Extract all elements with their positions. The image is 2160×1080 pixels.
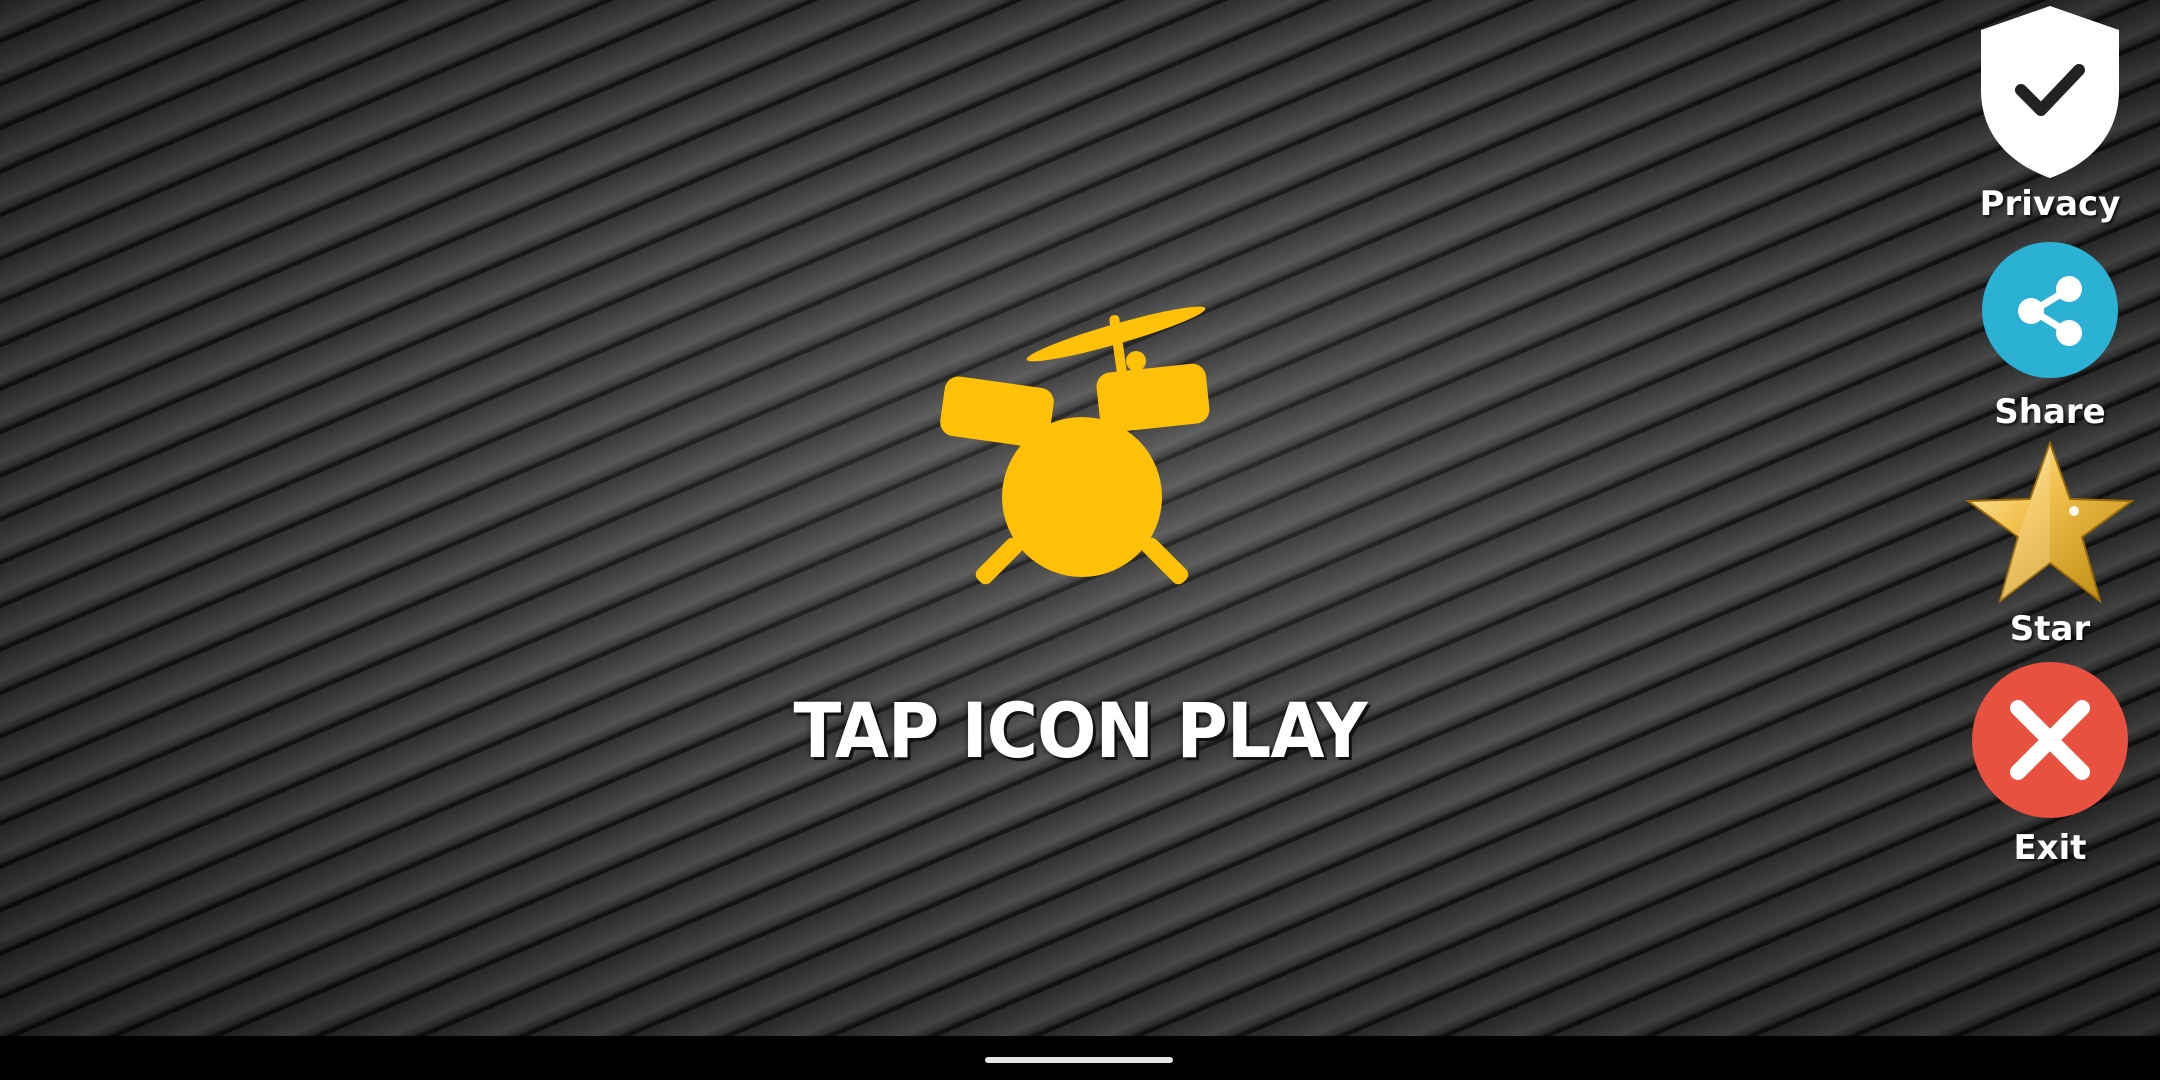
star-icon bbox=[1964, 440, 2136, 609]
app-screen: TAP ICON PLAY Privacy Share Star Exit bbox=[0, 0, 2160, 1080]
exit-button[interactable]: Exit bbox=[1960, 662, 2140, 868]
share-icon bbox=[1982, 242, 2118, 378]
star-label: Star bbox=[2009, 609, 2091, 649]
close-icon bbox=[1972, 662, 2128, 818]
star-button[interactable]: Star bbox=[1960, 440, 2140, 649]
privacy-button[interactable]: Privacy bbox=[1960, 4, 2140, 224]
share-button[interactable]: Share bbox=[1960, 242, 2140, 432]
drum-kit-icon[interactable] bbox=[930, 295, 1230, 585]
share-label: Share bbox=[1994, 392, 2106, 432]
shield-check-icon bbox=[1977, 4, 2123, 184]
privacy-label: Privacy bbox=[1979, 184, 2121, 224]
exit-label: Exit bbox=[2013, 828, 2087, 868]
home-gesture-handle[interactable] bbox=[985, 1057, 1173, 1063]
play-hint-text: TAP ICON PLAY bbox=[793, 686, 1367, 776]
